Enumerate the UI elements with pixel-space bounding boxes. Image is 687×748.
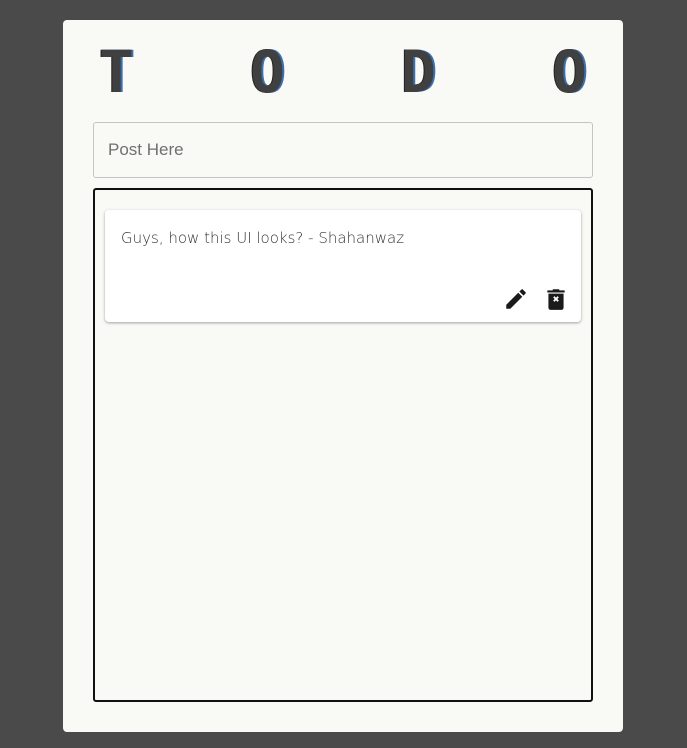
app-title: T O D O xyxy=(99,38,587,106)
todo-item: Guys, how this UI looks? - Shahanwaz xyxy=(105,210,581,322)
title-letter-d: D xyxy=(401,38,436,106)
title-letter-o: O xyxy=(250,38,285,106)
title-letter-t: T xyxy=(99,38,134,106)
post-input[interactable] xyxy=(93,122,593,178)
edit-button[interactable] xyxy=(503,286,529,312)
item-actions xyxy=(503,286,569,312)
title-letter-o-2: O xyxy=(552,38,587,106)
trash-x-icon xyxy=(547,289,565,310)
todo-text: Guys, how this UI looks? - Shahanwaz xyxy=(121,229,405,247)
pencil-icon xyxy=(506,289,526,309)
todo-app-card: T O D O Guys, how this UI looks? - Shaha… xyxy=(63,20,623,732)
delete-button[interactable] xyxy=(543,286,569,312)
todo-list: Guys, how this UI looks? - Shahanwaz xyxy=(93,188,593,702)
